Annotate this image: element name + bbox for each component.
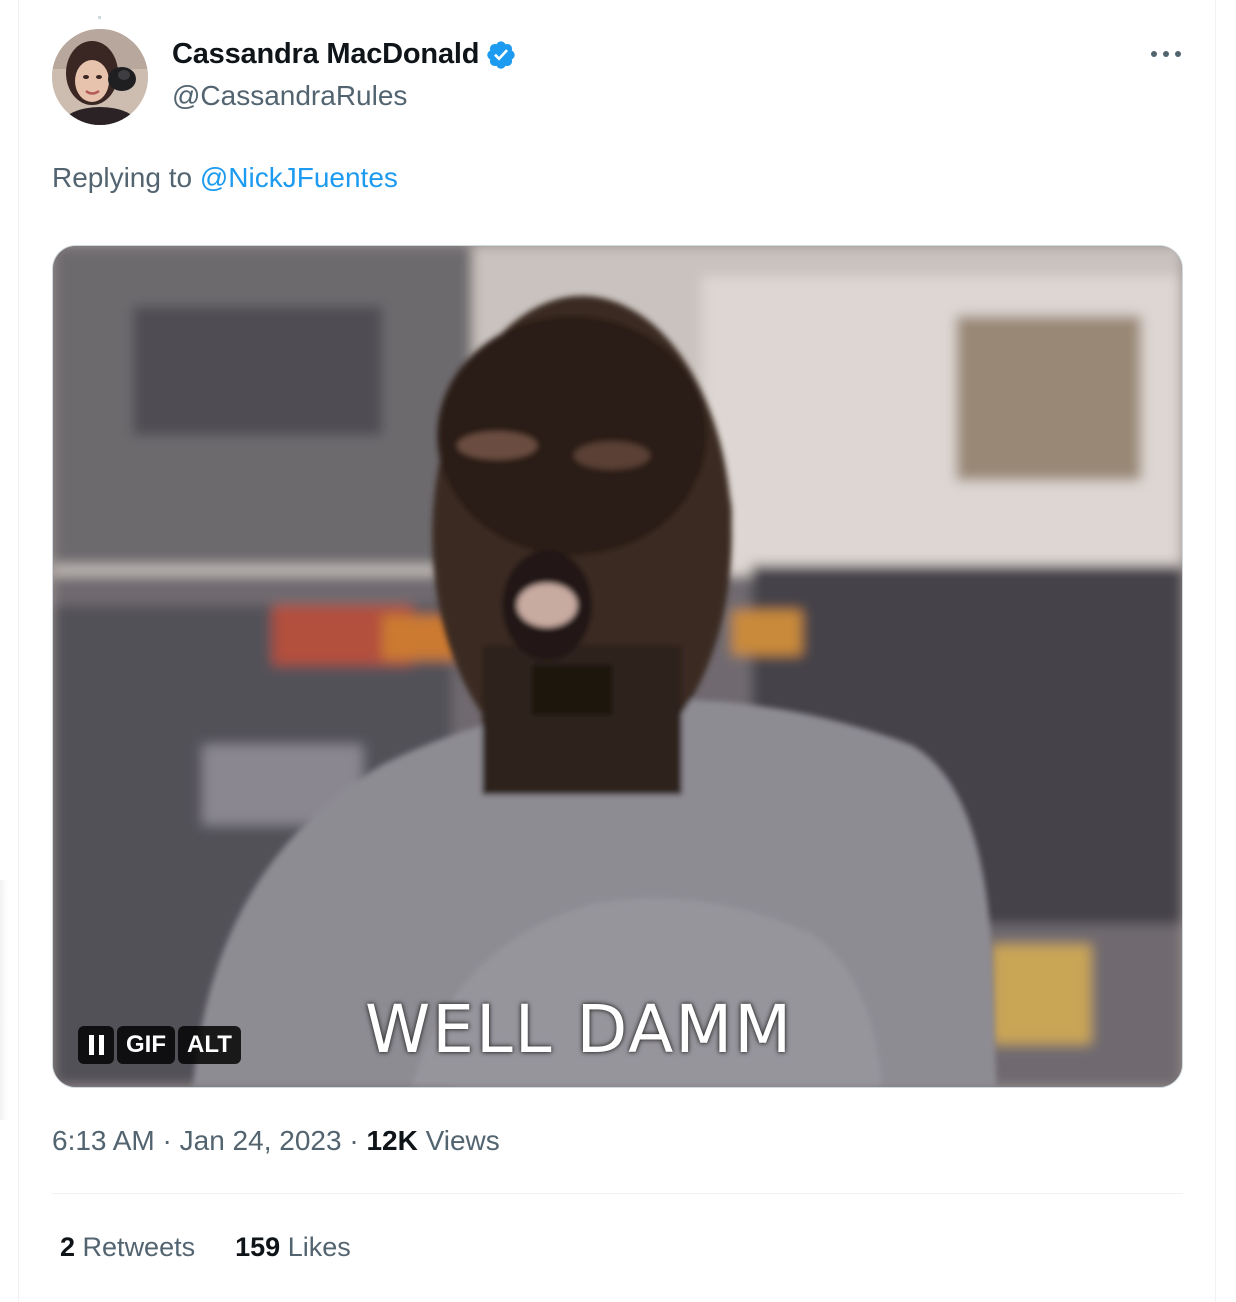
verified-badge-icon [487,40,515,69]
author-display-name[interactable]: Cassandra MacDonald [172,38,479,71]
gif-frame-image [53,246,1182,1087]
author-name-row[interactable]: Cassandra MacDonald [172,38,517,71]
avatar[interactable] [52,29,148,125]
pause-icon [88,1035,104,1055]
tweet-metadata: 6:13 AM · Jan 24, 2023 · 12K Views [52,1125,500,1157]
author-handle[interactable]: @CassandraRules [172,80,407,112]
page-edge-shadow [0,880,8,1120]
views-label: Views [425,1125,500,1156]
tweet-time[interactable]: 6:13 AM [52,1125,155,1156]
gif-caption-text: WELL DAMM [365,991,794,1068]
replying-to-line: Replying to @NickJFuentes [52,162,398,194]
retweets-label: Retweets [82,1232,196,1262]
divider [52,1193,1183,1194]
media-controls: GIF ALT [78,1026,241,1064]
likes-count: 159 [235,1232,281,1262]
gif-badge: GIF [117,1026,175,1064]
replying-to-label: Replying to [52,162,193,193]
avatar-image [52,29,148,125]
pause-button[interactable] [78,1026,114,1064]
likes-label: Likes [287,1232,351,1262]
views-stat[interactable]: 12K Views [366,1125,499,1156]
reply-mention-link[interactable]: @NickJFuentes [200,162,398,193]
views-count: 12K [366,1125,418,1156]
more-options-icon [1151,51,1181,57]
tweet-media-gif[interactable]: WELL DAMM GIF ALT [52,245,1183,1088]
tweet-date[interactable]: Jan 24, 2023 [180,1125,342,1156]
retweets-count: 2 [60,1232,76,1262]
more-options-button[interactable] [1144,36,1188,72]
thread-line-stub [98,16,101,19]
meta-separator: · [349,1125,359,1156]
alt-text-button[interactable]: ALT [178,1026,241,1064]
engagement-stats: 2 Retweets 159 Likes [60,1232,351,1263]
meta-separator: · [162,1125,172,1156]
likes-stat[interactable]: 159 Likes [235,1232,351,1263]
retweets-stat[interactable]: 2 Retweets [60,1232,195,1263]
